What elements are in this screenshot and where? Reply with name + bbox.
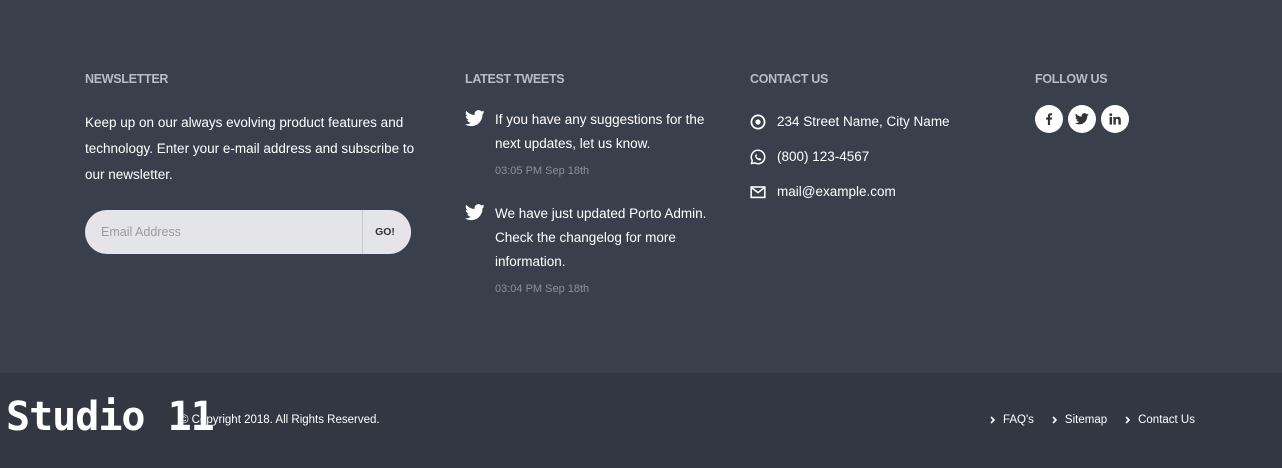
tweet-timestamp[interactable]: 03:04 PM Sep 18th (495, 282, 725, 296)
sitemap-link[interactable]: Sitemap (1052, 413, 1107, 427)
follow-title: FOLLOW US (1035, 72, 1108, 86)
newsletter-form: GO! (85, 210, 411, 254)
faq-link-label: FAQ's (1002, 414, 1034, 426)
tweet-item: We have just updated Porto Admin. Check … (465, 202, 725, 296)
email-text[interactable]: mail@example.com (777, 184, 896, 199)
twitter-icon (465, 110, 485, 127)
location-icon (750, 114, 766, 130)
twitter-icon (465, 204, 485, 221)
copyright-text: © Copyright 2018. All Rights Reserved. (180, 414, 380, 426)
linkedin-icon (1109, 113, 1121, 125)
tweet-text: We have just updated Porto Admin. Check … (495, 206, 707, 269)
contact-us-link[interactable]: Contact Us (1125, 413, 1195, 427)
newsletter-section: NEWSLETTER Keep up on our always evolvin… (85, 72, 425, 254)
contact-address: 234 Street Name, City Name (750, 113, 1010, 131)
envelope-icon (750, 186, 766, 199)
twitter-icon (1075, 113, 1089, 125)
contact-us-link-label: Contact Us (1138, 414, 1195, 426)
twitter-button[interactable] (1068, 105, 1096, 133)
follow-section: FOLLOW US (1035, 72, 1235, 133)
chevron-right-icon (1052, 416, 1057, 424)
contact-section: CONTACT US 234 Street Name, City Name (8… (750, 72, 1010, 201)
chevron-right-icon (990, 416, 995, 424)
newsletter-description: Keep up on our always evolving product f… (85, 115, 415, 182)
facebook-icon (1046, 113, 1053, 125)
tweets-section: LATEST TWEETS If you have any suggestion… (465, 72, 725, 296)
contact-title: CONTACT US (750, 72, 829, 86)
phone-text[interactable]: (800) 123-4567 (777, 149, 869, 164)
contact-phone: (800) 123-4567 (750, 148, 1010, 166)
sitemap-link-label: Sitemap (1064, 414, 1108, 426)
footer-main: NEWSLETTER Keep up on our always evolvin… (0, 0, 1282, 373)
social-links (1035, 105, 1235, 133)
address-text: 234 Street Name, City Name (777, 114, 950, 129)
faq-link[interactable]: FAQ's (990, 413, 1034, 427)
whatsapp-icon (750, 149, 766, 165)
facebook-button[interactable] (1035, 105, 1063, 133)
tweets-title: LATEST TWEETS (465, 72, 565, 86)
linkedin-button[interactable] (1101, 105, 1129, 133)
contact-email: mail@example.com (750, 183, 1010, 201)
bottom-nav: FAQ's Sitemap Contact Us (990, 413, 1195, 427)
tweet-item: If you have any suggestions for the next… (465, 108, 725, 178)
chevron-right-icon (1125, 416, 1131, 424)
newsletter-title: NEWSLETTER (85, 72, 169, 86)
footer-bottom-bar: Studio 11 © Copyright 2018. All Rights R… (0, 373, 1282, 468)
email-field[interactable] (85, 210, 362, 254)
subscribe-button[interactable]: GO! (362, 210, 411, 254)
tweet-text: If you have any suggestions for the next… (495, 112, 705, 151)
tweet-timestamp[interactable]: 03:05 PM Sep 18th (495, 164, 725, 178)
